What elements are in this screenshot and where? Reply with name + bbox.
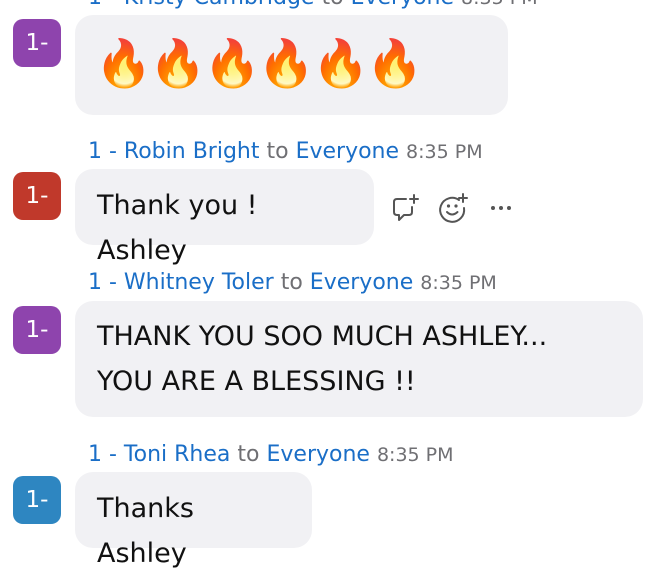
timestamp: 8:35 PM xyxy=(461,0,538,9)
add-reaction-icon xyxy=(437,192,469,224)
message-actions xyxy=(388,190,532,226)
avatar[interactable]: 1- xyxy=(13,476,61,524)
timestamp: 8:35 PM xyxy=(406,141,483,163)
to-label: to xyxy=(321,0,343,10)
message-bubble: 🔥🔥🔥🔥🔥🔥 xyxy=(75,15,508,115)
avatar[interactable]: 1- xyxy=(13,172,61,220)
sender-name[interactable]: 1 - Toni Rhea xyxy=(88,442,230,467)
avatar[interactable]: 1- xyxy=(13,19,61,67)
more-options-icon xyxy=(488,203,514,213)
to-label: to xyxy=(280,270,303,295)
more-options-button[interactable] xyxy=(484,191,518,225)
timestamp: 8:35 PM xyxy=(376,444,454,466)
recipient-name[interactable]: Everyone xyxy=(296,139,399,164)
reply-thread-button[interactable] xyxy=(388,191,422,225)
sender-name[interactable]: 1 - Robin Bright xyxy=(88,139,259,164)
to-label: to xyxy=(237,442,260,467)
sender-name[interactable]: 1 - Whitney Toler xyxy=(88,270,274,295)
sender-name[interactable]: 1 - Kristy Cambridge xyxy=(88,0,314,10)
avatar[interactable]: 1- xyxy=(13,306,61,354)
message-header: 1 - Whitney Toler to Everyone 8:35 PM xyxy=(88,268,497,298)
message-text-line: YOU ARE A BLESSING !! xyxy=(97,366,416,397)
message-bubble: Thanks Ashley xyxy=(75,472,312,569)
recipient-name[interactable]: Everyone xyxy=(351,0,454,10)
message-header: 1 - Kristy Cambridge to Everyone 8:35 PM xyxy=(88,0,538,13)
add-reaction-button[interactable] xyxy=(436,191,470,225)
recipient-name[interactable]: Everyone xyxy=(266,442,369,467)
timestamp: 8:35 PM xyxy=(420,272,497,294)
message-text-line: THANK YOU SOO MUCH ASHLEY... xyxy=(97,321,548,352)
message-header: 1 - Robin Bright to Everyone 8:35 PM xyxy=(88,137,483,167)
recipient-name[interactable]: Everyone xyxy=(310,270,413,295)
reply-thread-icon xyxy=(390,193,420,223)
to-label: to xyxy=(266,139,289,164)
message-bubble: Thank you ! Ashley xyxy=(75,169,374,266)
message-bubble: THANK YOU SOO MUCH ASHLEY... YOU ARE A B… xyxy=(75,301,643,417)
message-header: 1 - Toni Rhea to Everyone 8:35 PM xyxy=(88,440,454,470)
